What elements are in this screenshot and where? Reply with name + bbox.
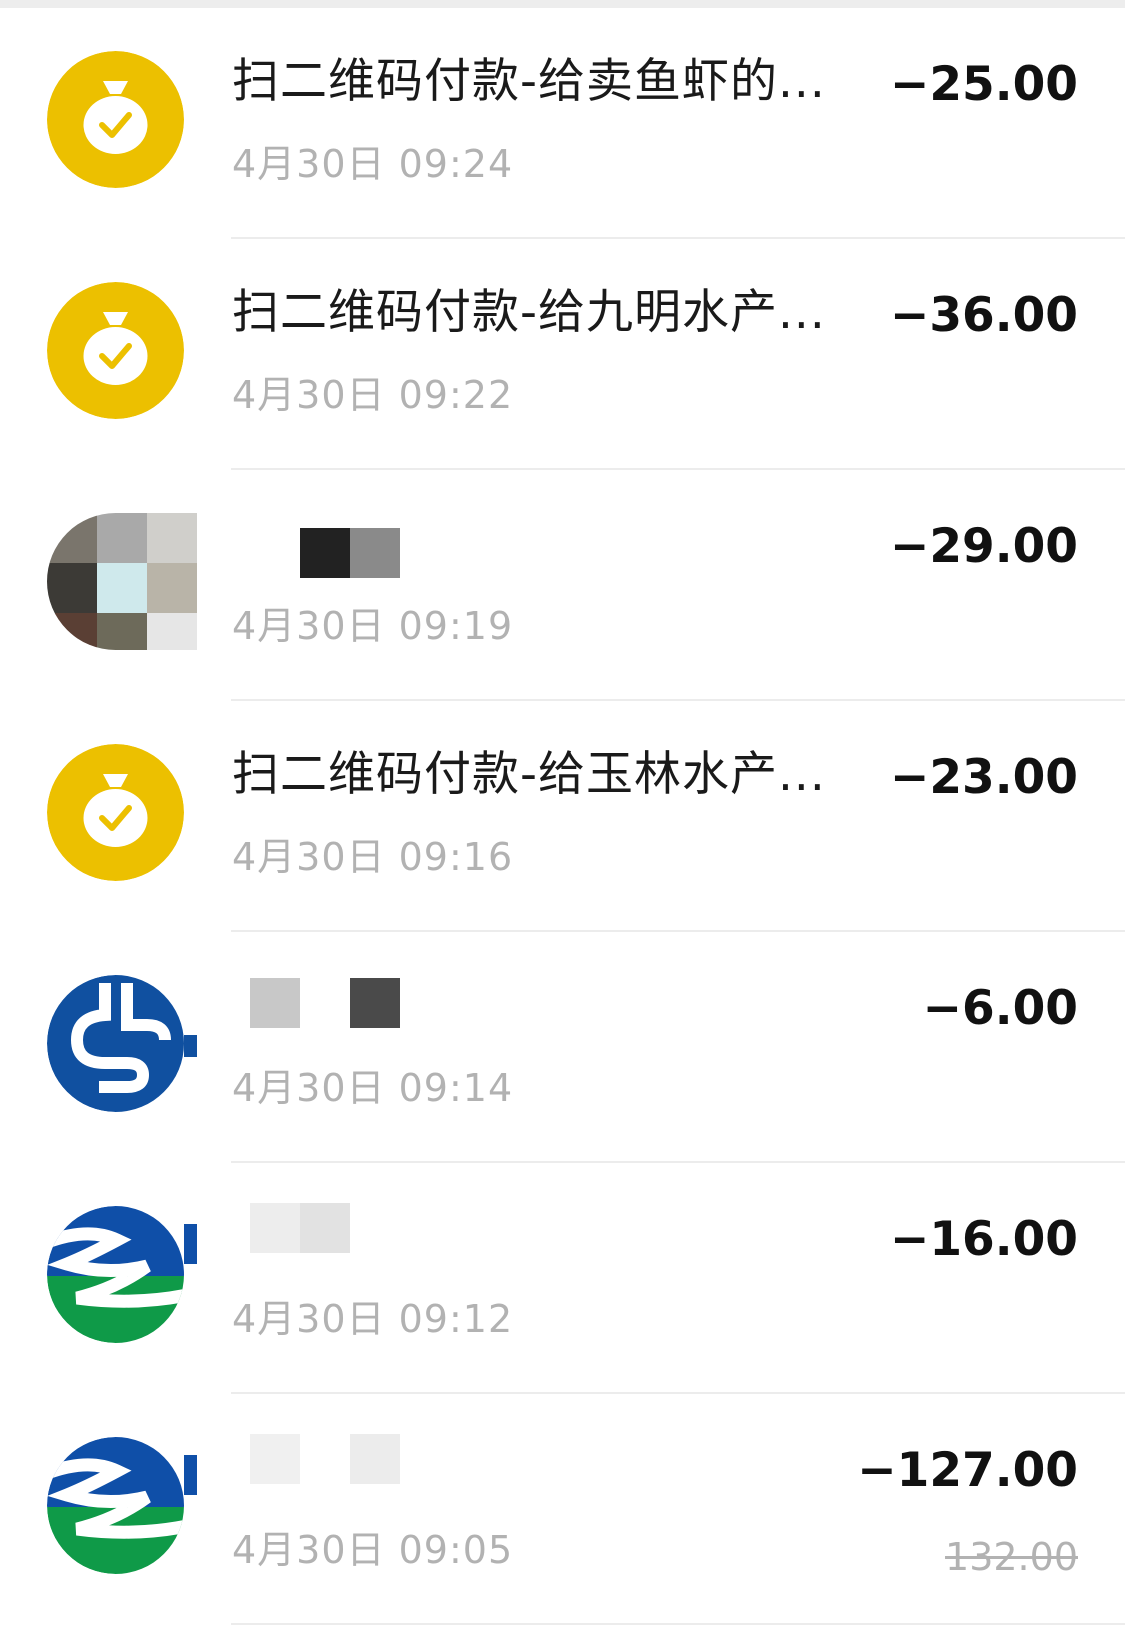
transaction-amount: −29.00 (889, 519, 1078, 574)
row-divider (231, 1623, 1125, 1625)
transaction-row[interactable]: 4月30日 09:14 −6.00 (0, 932, 1125, 1163)
original-amount-strikethrough: 132.00 (945, 1535, 1078, 1579)
transaction-time: 4月30日 09:24 (232, 142, 514, 186)
transaction-time: 4月30日 09:16 (232, 835, 514, 879)
transaction-amount: −6.00 (922, 981, 1078, 1036)
transaction-amount: −23.00 (889, 750, 1078, 805)
redacted-title-block (300, 528, 350, 578)
redacted-title-block (250, 1434, 300, 1484)
transaction-time: 4月30日 09:19 (232, 604, 514, 648)
redacted-title-block (250, 1203, 300, 1253)
transaction-row[interactable]: 扫二维码付款-给玉林水产... 4月30日 09:16 −23.00 (0, 701, 1125, 932)
transaction-amount: −16.00 (889, 1212, 1078, 1267)
river-logo-icon (47, 1437, 197, 1574)
redacted-title-block (350, 528, 400, 578)
bank-logo-icon (47, 975, 197, 1112)
transaction-list: 扫二维码付款-给卖鱼虾的... 4月30日 09:24 −25.00 扫二维码付… (0, 8, 1125, 1625)
transaction-time: 4月30日 09:14 (232, 1066, 514, 1110)
redacted-title-block (350, 978, 400, 1028)
transaction-amount: −25.00 (889, 57, 1078, 112)
user-photo-avatar (47, 513, 197, 650)
transaction-title: 扫二维码付款-给卖鱼虾的... (232, 54, 826, 109)
transaction-row[interactable]: 扫二维码付款-给九明水产... 4月30日 09:22 −36.00 (0, 239, 1125, 470)
transaction-row[interactable]: 4月30日 09:12 −16.00 (0, 1163, 1125, 1394)
wechat-pay-bag-icon (47, 744, 184, 881)
transaction-row[interactable]: 4月30日 09:05 −127.00 132.00 (0, 1394, 1125, 1625)
top-edge (0, 0, 1125, 8)
redacted-title-block (300, 1203, 350, 1253)
redacted-title-block (350, 1434, 400, 1484)
transaction-time: 4月30日 09:05 (232, 1528, 514, 1572)
transaction-title: 扫二维码付款-给九明水产... (232, 285, 826, 340)
transaction-row[interactable]: 扫二维码付款-给卖鱼虾的... 4月30日 09:24 −25.00 (0, 8, 1125, 239)
redacted-title-block (250, 978, 300, 1028)
transaction-time: 4月30日 09:22 (232, 373, 514, 417)
transaction-amount: −127.00 (857, 1443, 1078, 1498)
wechat-pay-bag-icon (47, 51, 184, 188)
transaction-time: 4月30日 09:12 (232, 1297, 514, 1341)
transaction-amount: −36.00 (889, 288, 1078, 343)
transaction-title: 扫二维码付款-给玉林水产... (232, 747, 826, 802)
river-logo-icon (47, 1206, 197, 1343)
transaction-row[interactable]: 4月30日 09:19 −29.00 (0, 470, 1125, 701)
wechat-pay-bag-icon (47, 282, 184, 419)
